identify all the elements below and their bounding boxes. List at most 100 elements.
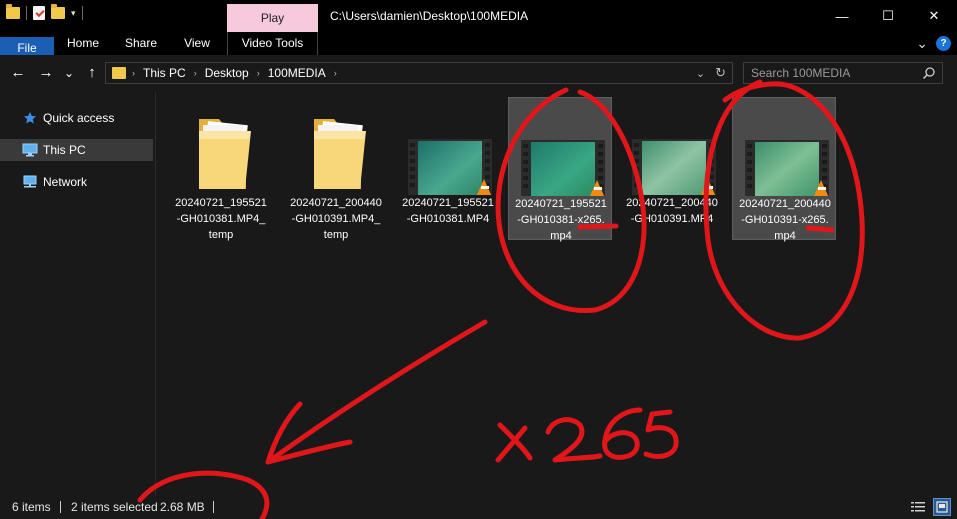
large-icons-view-button[interactable] [933, 498, 951, 516]
status-bar: 6 items 2 items selected 2.68 MB [0, 496, 957, 519]
maximize-icon: ☐ [882, 8, 894, 23]
selection-count: 2 items selected [71, 500, 158, 514]
file-item[interactable]: 20240721_195521 -GH010381.MP4 [396, 97, 500, 240]
address-actions: ⌄ ↻ [696, 63, 726, 83]
forward-button[interactable]: → [36, 63, 56, 83]
divider [60, 501, 61, 513]
tab-share[interactable]: Share [118, 32, 164, 55]
file-item[interactable]: 20240721_195521 -GH010381.MP4_ temp [169, 97, 273, 243]
navigation-bar: ← → ⌄ ↑ › This PC › Desktop › 100MEDIA ›… [0, 55, 957, 92]
file-item[interactable]: 20240721_200440 -GH010391.MP4 [620, 97, 724, 240]
folder-icon [112, 67, 126, 79]
quick-access-toolbar: ▾ [6, 4, 83, 20]
file-name-line: -GH010391.MP4 [630, 213, 714, 225]
customize-toolbar-dropdown-icon[interactable]: ▾ [71, 8, 76, 19]
recent-locations-button[interactable]: ⌄ [62, 63, 76, 83]
network-icon [22, 174, 38, 190]
breadcrumb-separator-icon[interactable]: › [194, 68, 197, 78]
breadcrumb-separator-icon[interactable]: › [257, 68, 260, 78]
file-name-line: -GH010391.MP4_ [291, 213, 381, 225]
breadcrumb-separator-icon[interactable]: › [334, 68, 337, 78]
divider [81, 6, 83, 20]
monitor-icon [22, 142, 38, 158]
close-icon: ✕ [928, 8, 940, 23]
refresh-icon[interactable]: ↻ [715, 65, 726, 81]
file-name-line: -GH010381-x265. [517, 214, 605, 226]
search-input[interactable] [744, 63, 914, 83]
item-count: 6 items [12, 500, 51, 514]
help-icon[interactable]: ? [936, 36, 951, 51]
file-name-line: 20240721_195521 [402, 197, 494, 209]
title-bar: ▾ Play C:\Users\damien\Desktop\100MEDIA … [0, 0, 957, 32]
file-item-selected[interactable]: 20240721_195521 -GH010381-x265. mp4 [508, 97, 612, 242]
folder-icon[interactable] [6, 4, 20, 19]
window-title: C:\Users\damien\Desktop\100MEDIA [330, 9, 529, 23]
address-history-icon[interactable]: ⌄ [696, 67, 705, 80]
address-bar[interactable]: › This PC › Desktop › 100MEDIA › ⌄ ↻ [105, 62, 733, 84]
tab-home[interactable]: Home [60, 32, 106, 55]
file-name-line: 20240721_195521 [515, 198, 607, 210]
tab-video-tools[interactable]: Video Tools [227, 32, 318, 55]
breadcrumb-desktop[interactable]: Desktop [205, 66, 249, 80]
file-name: 20240721_195521 -GH010381.MP4_ temp [171, 195, 271, 243]
ribbon-controls: ⌄ ? [916, 32, 957, 55]
file-name-line: -GH010391-x265. [741, 214, 829, 226]
sidebar-item-label: Network [43, 175, 88, 189]
file-name-line: mp4 [550, 230, 572, 242]
file-list: 20240721_195521 -GH010381.MP4_ temp 2024… [157, 92, 957, 496]
folder-icon [314, 119, 366, 189]
file-name-line: 20240721_200440 [626, 197, 718, 209]
sidebar-item-quick-access[interactable]: Quick access [0, 107, 153, 129]
file-name: 20240721_195521 -GH010381-x265. mp4 [511, 196, 611, 244]
minimize-icon: — [835, 8, 849, 24]
search-icon[interactable] [922, 66, 936, 80]
sidebar-item-label: Quick access [43, 111, 115, 125]
video-thumbnail-icon [632, 139, 716, 195]
minimize-button[interactable]: — [819, 0, 865, 32]
divider [26, 6, 27, 20]
expand-ribbon-icon[interactable]: ⌄ [916, 35, 928, 52]
file-name-line: 20240721_195521 [175, 197, 267, 209]
close-button[interactable]: ✕ [911, 0, 957, 32]
new-folder-icon[interactable] [51, 4, 65, 19]
file-name-line: mp4 [774, 230, 796, 242]
file-name: 20240721_200440 -GH010391-x265. mp4 [735, 196, 835, 244]
sidebar-item-this-pc[interactable]: This PC [0, 139, 153, 161]
sidebar-item-network[interactable]: Network [0, 171, 153, 193]
ribbon-tabs: File Home Share View Video Tools ⌄ ? [0, 32, 957, 180]
arrow-up-icon: ↑ [88, 64, 96, 81]
maximize-button[interactable]: ☐ [865, 0, 911, 32]
navigation-pane: Quick access This PC Network [0, 92, 156, 496]
video-thumbnail-icon [408, 139, 492, 195]
file-item[interactable]: 20240721_200440 -GH010391.MP4_ temp [284, 97, 388, 243]
chevron-down-icon: ⌄ [63, 66, 75, 80]
file-name: 20240721_200440 -GH010391.MP4_ temp [286, 195, 386, 243]
star-icon [22, 110, 38, 126]
file-name-line: -GH010381.MP4_ [176, 213, 266, 225]
breadcrumb-100media[interactable]: 100MEDIA [268, 66, 326, 80]
large-icons-view-icon [936, 501, 948, 513]
file-name-line: -GH010381.MP4 [406, 213, 490, 225]
file-name: 20240721_195521 -GH010381.MP4 [398, 195, 498, 227]
file-name: 20240721_200440 -GH010391.MP4 [622, 195, 722, 227]
details-view-button[interactable] [909, 498, 927, 516]
tab-view[interactable]: View [176, 32, 218, 55]
video-thumbnail-icon [521, 140, 605, 196]
file-name-line: 20240721_200440 [290, 197, 382, 209]
breadcrumb-this-pc[interactable]: This PC [143, 66, 186, 80]
file-item-selected[interactable]: 20240721_200440 -GH010391-x265. mp4 [732, 97, 836, 242]
divider [213, 501, 214, 513]
video-thumbnail-icon [745, 140, 829, 196]
breadcrumb-separator-icon[interactable]: › [132, 68, 135, 78]
selection-size: 2.68 MB [160, 500, 205, 514]
arrow-right-icon: → [38, 64, 54, 81]
file-name-line: temp [323, 229, 349, 241]
file-name-line: temp [208, 229, 234, 241]
tab-play[interactable]: Play [227, 4, 318, 32]
properties-icon[interactable] [33, 6, 45, 20]
arrow-left-icon: ← [10, 64, 26, 81]
sidebar-item-label: This PC [43, 143, 86, 157]
back-button[interactable]: ← [8, 63, 28, 83]
up-button[interactable]: ↑ [82, 63, 102, 83]
search-box [743, 62, 943, 84]
